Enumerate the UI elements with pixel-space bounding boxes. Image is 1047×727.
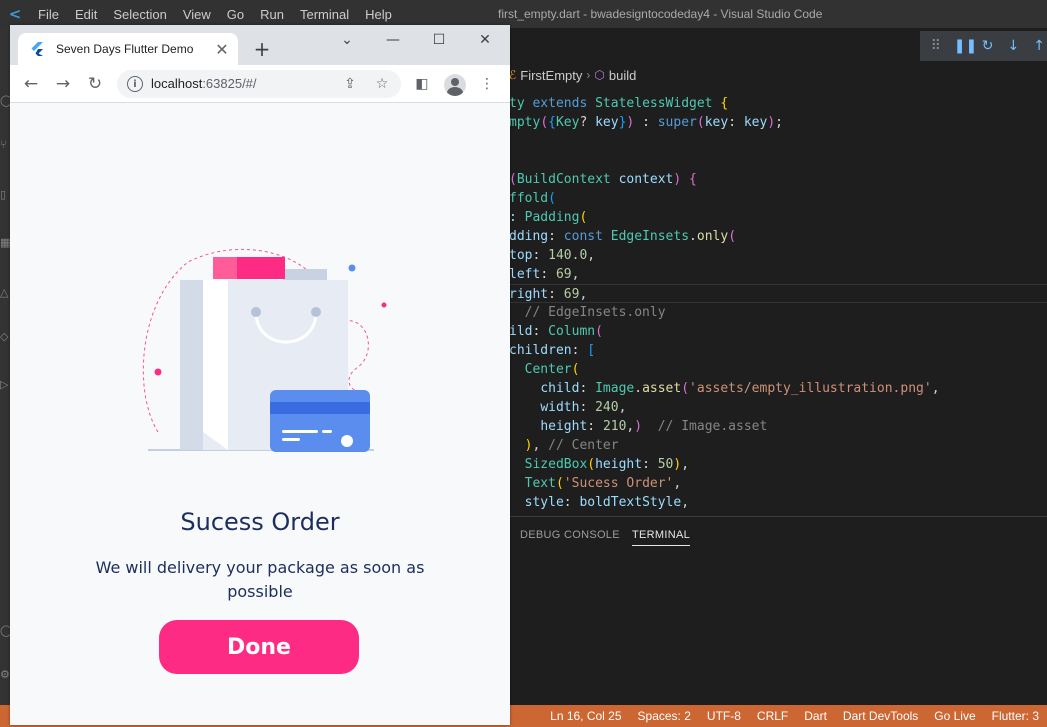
drag-handle-icon[interactable]: ⠿ (928, 38, 944, 54)
menu-view[interactable]: View (175, 7, 219, 22)
tab-title: Seven Days Flutter Demo (56, 42, 194, 56)
url-text[interactable]: localhost:63825/#/ (151, 76, 257, 91)
run-debug-icon[interactable]: ▷ (0, 378, 10, 396)
breadcrumb: ℰ FirstEmpty › ⬡ build (509, 64, 1047, 86)
extensions-icon[interactable]: ▦ (0, 236, 10, 254)
code-line: ffold( (509, 191, 556, 206)
status-cursor-position[interactable]: Ln 16, Col 25 (542, 709, 629, 723)
search-icon[interactable]: ◯ (0, 94, 10, 112)
code-line: ty extends StatelessWidget { (509, 96, 729, 111)
pause-icon[interactable]: ❚❚ (954, 38, 977, 54)
activity-bar: ◯ ⑂ ▯ ▦ △ ◇ ▷ ◯ ⚙ (0, 28, 10, 705)
code-line: height: 210,) // Image.asset (540, 419, 768, 434)
minimize-icon[interactable]: — (378, 29, 408, 51)
test-icon[interactable]: △ (0, 286, 10, 304)
tab-strip: Seven Days Flutter Demo ✕ + ⌄ — ☐ ✕ (10, 25, 510, 65)
vscode-logo-icon: < (8, 5, 22, 23)
menu-edit[interactable]: Edit (67, 7, 105, 22)
share-icon[interactable]: ⇪ (341, 75, 359, 93)
code-line: SizedBox(height: 50), (524, 457, 690, 472)
menu-go[interactable]: Go (219, 7, 252, 22)
site-info-icon[interactable]: i (127, 76, 143, 92)
code-line: style: boldTextStyle, (524, 495, 690, 510)
class-icon: ℰ (509, 68, 517, 82)
remote-icon[interactable]: ◇ (0, 330, 10, 348)
tab-terminal[interactable]: TERMINAL (632, 529, 691, 546)
reload-icon[interactable]: ↻ (83, 73, 107, 95)
more-menu-icon[interactable]: ⋮ (476, 74, 498, 94)
bookmark-star-icon[interactable]: ☆ (373, 75, 391, 93)
status-indentation[interactable]: Spaces: 2 (630, 709, 699, 723)
step-out-icon[interactable]: ↑ (1031, 38, 1047, 54)
close-tab-icon[interactable]: ✕ (212, 39, 232, 59)
address-bar[interactable]: i localhost:63825/#/ ⇪ ☆ (117, 70, 401, 98)
code-editor[interactable]: ty extends StatelessWidget { mpty({Key? … (509, 94, 1047, 516)
flutter-favicon-icon (30, 42, 44, 56)
source-control-icon[interactable]: ⑂ (0, 138, 10, 156)
close-window-icon[interactable]: ✕ (470, 29, 500, 51)
status-encoding[interactable]: UTF-8 (699, 709, 749, 723)
code-line: (BuildContext context) { (509, 172, 697, 187)
flutter-app-page: Sucess Order We will delivery your packa… (10, 104, 510, 725)
settings-gear-icon[interactable]: ⚙ (0, 668, 10, 686)
breadcrumb-method[interactable]: build (609, 68, 636, 83)
method-icon: ⬡ (594, 68, 605, 82)
profile-avatar-icon[interactable] (444, 74, 466, 96)
browser-window: Seven Days Flutter Demo ✕ + ⌄ — ☐ ✕ ← → … (10, 25, 510, 725)
page-title: Sucess Order (180, 508, 340, 536)
code-line: right: 69, (509, 284, 1047, 303)
order-message: We will delivery your package as soon as… (95, 558, 425, 601)
chevron-right-icon: › (586, 68, 591, 82)
code-line: child: Image.asset('assets/empty_illustr… (540, 381, 940, 396)
vscode-menu-bar: File Edit Selection View Go Run Terminal… (30, 7, 400, 22)
restart-icon[interactable]: ↻ (980, 38, 996, 54)
status-language[interactable]: Dart (796, 709, 835, 723)
account-icon[interactable]: ◯ (0, 624, 10, 642)
forward-arrow-icon[interactable]: → (51, 73, 75, 95)
code-line: Text('Sucess Order', (524, 476, 682, 491)
maximize-icon[interactable]: ☐ (424, 29, 454, 51)
code-line: left: 69, (509, 267, 580, 282)
vscode-title-bar: < File Edit Selection View Go Run Termin… (0, 0, 1047, 28)
back-arrow-icon[interactable]: ← (19, 73, 43, 95)
browser-toolbar: ← → ↻ i localhost:63825/#/ ⇪ ☆ ◧ ⋮ (10, 65, 510, 103)
status-flutter[interactable]: Flutter: 3 (984, 709, 1047, 723)
menu-file[interactable]: File (30, 7, 67, 22)
code-line: mpty({Key? key}) : super(key: key); (509, 115, 783, 130)
menu-run[interactable]: Run (252, 7, 292, 22)
menu-selection[interactable]: Selection (105, 7, 174, 22)
code-line: dding: const EdgeInsets.only( (509, 229, 737, 244)
explorer-icon[interactable]: ▯ (0, 188, 10, 206)
side-panel-icon[interactable]: ◧ (411, 74, 433, 94)
status-eol[interactable]: CRLF (749, 709, 796, 723)
new-tab-plus-icon[interactable]: + (250, 37, 274, 61)
code-line: top: 140.0, (509, 248, 596, 263)
status-go-live[interactable]: Go Live (926, 709, 983, 723)
done-button[interactable]: Done (159, 620, 359, 674)
code-line: ), // Center (524, 438, 619, 453)
debug-toolbar: ⠿ ❚❚ ↻ ↓ ↑ (920, 31, 1047, 61)
window-title: first_empty.dart - bwadesigntocodeday4 -… (498, 7, 823, 21)
breadcrumb-class[interactable]: FirstEmpty (520, 68, 582, 83)
code-line: ild: Column( (509, 324, 603, 339)
tab-search-chevron-down-icon[interactable]: ⌄ (332, 29, 362, 51)
step-into-icon[interactable]: ↓ (1006, 38, 1022, 54)
code-line: width: 240, (540, 400, 627, 415)
browser-tab[interactable]: Seven Days Flutter Demo ✕ (18, 33, 238, 65)
menu-terminal[interactable]: Terminal (292, 7, 357, 22)
status-devtools[interactable]: Dart DevTools (835, 709, 926, 723)
bottom-panel: DEBUG CONSOLE TERMINAL (509, 516, 1047, 705)
code-line: Center( (524, 362, 580, 377)
tab-debug-console[interactable]: DEBUG CONSOLE (520, 529, 620, 541)
code-line: children: [ (509, 343, 596, 358)
code-line: // EdgeInsets.only (524, 305, 666, 320)
menu-help[interactable]: Help (357, 7, 400, 22)
empty-bag-illustration (142, 248, 387, 452)
code-line: : Padding( (509, 210, 588, 225)
